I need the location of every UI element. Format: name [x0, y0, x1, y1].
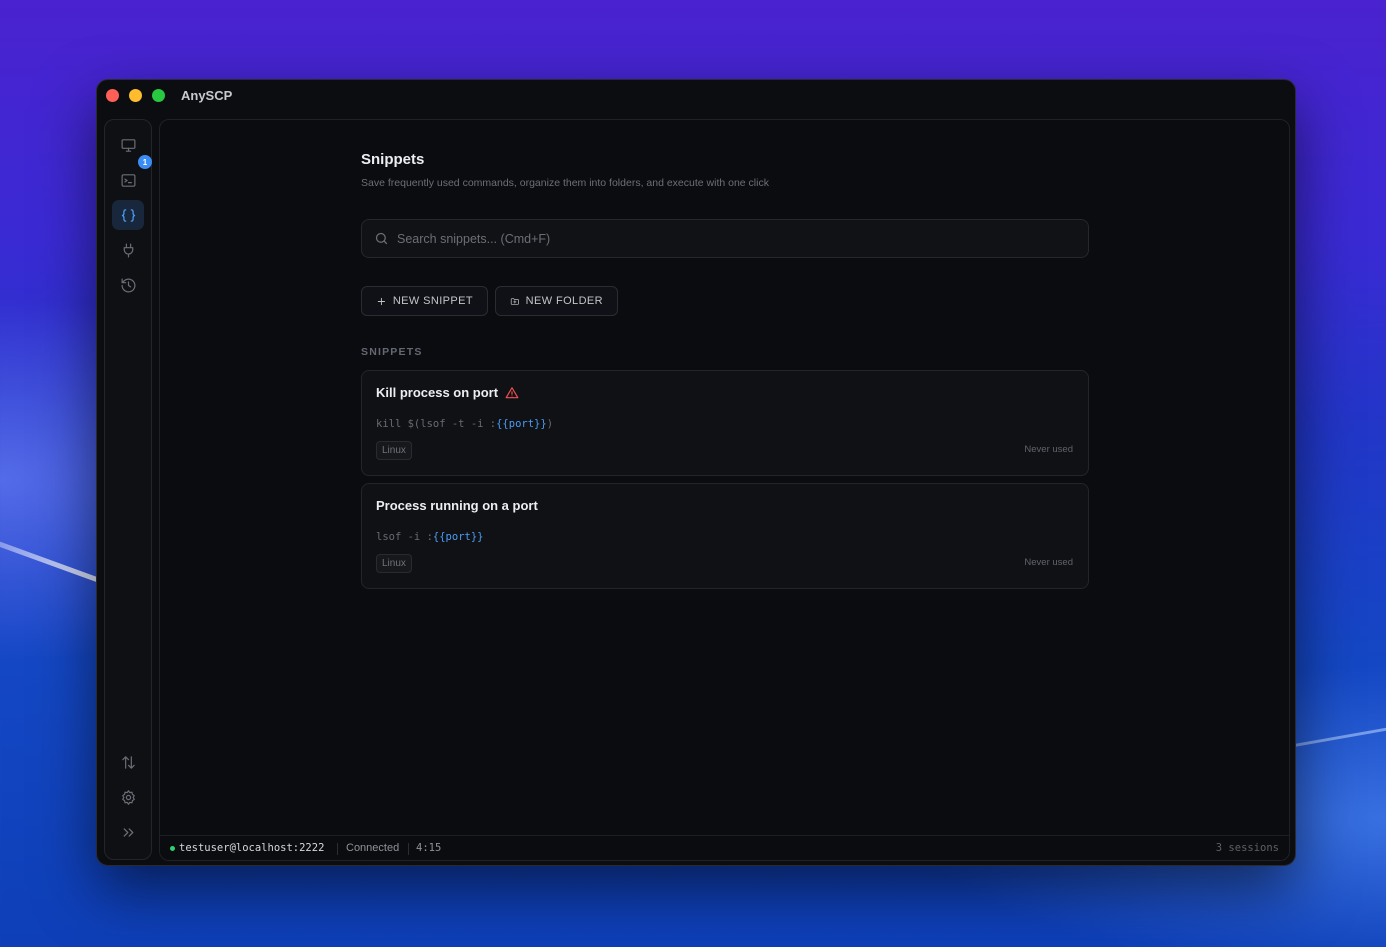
folder-plus-icon: [510, 297, 519, 305]
sidebar-item-hosts[interactable]: [112, 130, 144, 160]
sidebar-item-settings[interactable]: [112, 782, 144, 812]
wallpaper-light-streak: [1290, 725, 1386, 748]
command-variable: {{port}}: [496, 418, 547, 430]
snippet-title-row: Process running on a port: [376, 498, 538, 513]
connection-status-dot: [170, 846, 175, 851]
new-folder-button[interactable]: NEW FOLDER: [495, 286, 618, 316]
zoom-window-button[interactable]: [152, 89, 165, 102]
sidebar-item-terminal[interactable]: 1: [112, 155, 152, 195]
snippet-title: Kill process on port: [376, 385, 499, 400]
sidebar-item-history[interactable]: [112, 270, 144, 300]
snippet-card[interactable]: Process running on a port lsof -i :{{por…: [361, 483, 1089, 589]
sidebar-item-transfers[interactable]: [112, 747, 144, 777]
sidebar: 1: [104, 119, 152, 860]
connection-user[interactable]: testuser@localhost:2222: [179, 842, 324, 854]
snippet-title: Process running on a port: [376, 498, 538, 513]
history-icon: [121, 278, 135, 292]
connection-status: Connected: [346, 842, 400, 854]
command-text: ): [546, 418, 554, 430]
app-window: AnySCP 1 Snippets Save frequently used c…: [96, 79, 1296, 866]
search-input[interactable]: [397, 220, 1077, 257]
usage-status: Never used: [1024, 557, 1073, 568]
main-panel: Snippets Save frequently used commands, …: [159, 119, 1290, 861]
search-icon: [375, 232, 388, 245]
session-time: 4:15: [416, 842, 442, 854]
plug-icon: [123, 243, 133, 257]
divider: [337, 843, 338, 855]
sidebar-expand-button[interactable]: [112, 817, 144, 847]
os-tag: Linux: [376, 441, 412, 460]
monitor-icon: [121, 138, 135, 152]
command-text: kill $(lsof -t -i :: [376, 418, 497, 430]
new-snippet-label: NEW SNIPPET: [392, 295, 473, 307]
gear-icon: [121, 789, 135, 805]
status-bar: testuser@localhost:2222 Connected 4:15 3…: [160, 835, 1289, 860]
transfer-arrows-icon: [121, 755, 135, 769]
snippet-command: lsof -i :{{port}}: [376, 531, 483, 543]
os-tag: Linux: [376, 554, 412, 573]
minimize-window-button[interactable]: [129, 89, 142, 102]
snippet-command: kill $(lsof -t -i :{{port}}): [376, 418, 553, 430]
close-window-button[interactable]: [106, 89, 119, 102]
warning-icon: [505, 386, 519, 398]
page-subtitle: Save frequently used commands, organize …: [361, 177, 769, 189]
title-bar: AnySCP: [97, 80, 1295, 114]
page-title: Snippets: [361, 151, 425, 168]
terminal-icon: [121, 173, 135, 187]
search-box[interactable]: [361, 219, 1089, 258]
new-folder-label: NEW FOLDER: [525, 295, 603, 307]
notification-badge: 1: [138, 155, 152, 169]
app-title: AnySCP: [181, 88, 233, 103]
snippet-card[interactable]: Kill process on port kill $(lsof -t -i :…: [361, 370, 1089, 476]
sidebar-item-snippets[interactable]: [112, 200, 144, 230]
section-label: SNIPPETS: [361, 346, 423, 358]
divider: [408, 843, 409, 855]
chevrons-right-icon: [123, 827, 133, 837]
plus-icon: [377, 297, 386, 305]
sidebar-item-port-forwarding[interactable]: [112, 235, 144, 265]
command-variable: {{port}}: [432, 531, 484, 543]
sessions-count[interactable]: 3 sessions: [1216, 842, 1279, 854]
usage-status: Never used: [1024, 444, 1073, 455]
new-snippet-button[interactable]: NEW SNIPPET: [361, 286, 488, 316]
snippet-title-row: Kill process on port: [376, 385, 519, 400]
command-text: lsof -i :: [376, 531, 433, 543]
braces-icon: [121, 208, 135, 222]
